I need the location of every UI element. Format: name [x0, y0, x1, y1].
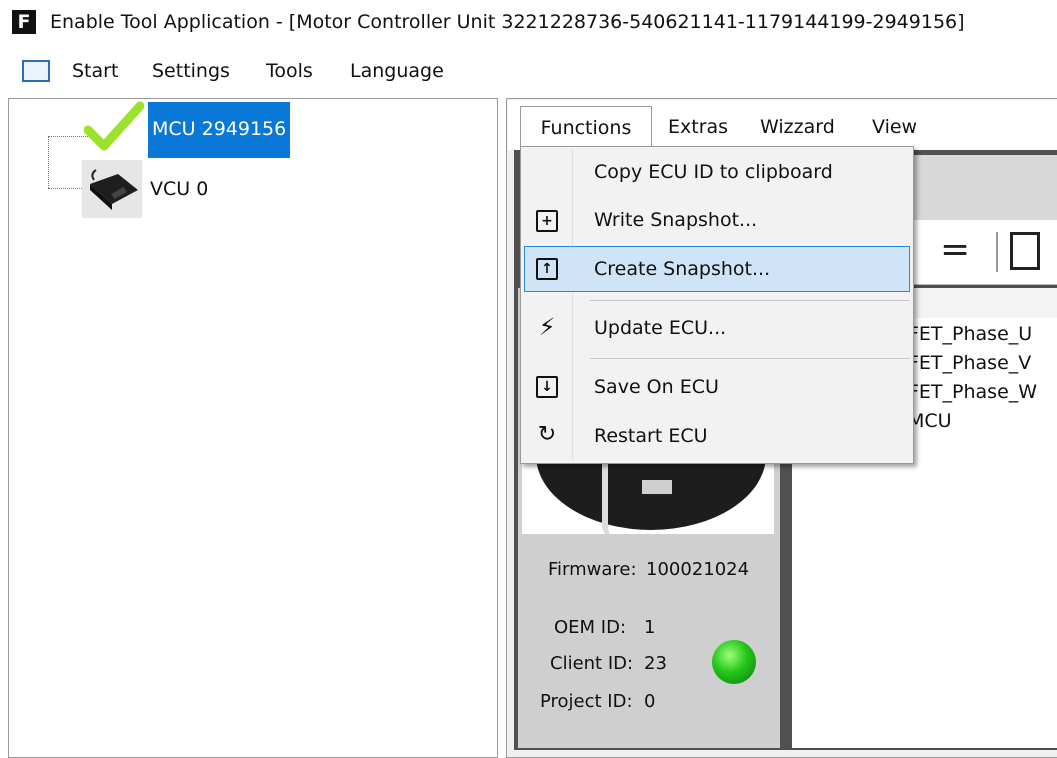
window-icon[interactable]: [22, 60, 50, 82]
app-logo-icon: F: [12, 10, 36, 34]
window-title: Enable Tool Application - [Motor Control…: [50, 11, 965, 33]
firmware-label: Firmware:: [548, 559, 637, 580]
firmware-value: 100021024: [646, 559, 750, 580]
tree-node-mcu[interactable]: MCU 2949156: [148, 102, 291, 158]
menu-separator: [590, 300, 910, 301]
document-icon[interactable]: [1010, 232, 1040, 270]
list-item[interactable]: FET_Phase_V: [908, 349, 1031, 377]
menu-start[interactable]: Start: [72, 52, 118, 90]
tree-node-vcu[interactable]: VCU 0: [150, 176, 208, 202]
tab-view[interactable]: View: [872, 106, 917, 148]
client-id-value: 23: [644, 653, 667, 674]
tab-extras[interactable]: Extras: [668, 106, 728, 148]
status-led-icon: [712, 640, 756, 684]
menu-language[interactable]: Language: [350, 52, 444, 90]
list-item[interactable]: FET_Phase_W: [908, 378, 1037, 406]
project-id-value: 0: [644, 691, 656, 712]
menu-tools[interactable]: Tools: [266, 52, 313, 90]
checkmark-icon: [83, 100, 145, 158]
tab-functions[interactable]: Functions: [520, 106, 652, 149]
menu-settings[interactable]: Settings: [152, 52, 230, 90]
menu-item-label: Save On ECU: [594, 376, 719, 398]
oem-id-value: 1: [644, 617, 656, 638]
project-id-label: Project ID:: [540, 691, 633, 712]
create-snapshot-icon: ↑: [536, 258, 558, 280]
tree-connector: [48, 136, 49, 188]
menu-item-restart-ecu[interactable]: [520, 412, 914, 460]
menu-separator: [590, 358, 910, 359]
toolbar-separator: [996, 232, 998, 272]
vcu-device-icon: [82, 160, 142, 218]
equals-icon[interactable]: =: [940, 228, 970, 272]
menu-item-label: Restart ECU: [594, 425, 708, 447]
tab-wizzard[interactable]: Wizzard: [760, 106, 835, 148]
lightning-icon: ⚡: [538, 313, 556, 341]
menu-item-label: Update ECU...: [594, 317, 727, 339]
save-on-ecu-icon: ↓: [536, 376, 558, 398]
list-item[interactable]: MCU: [908, 407, 952, 435]
client-id-label: Client ID:: [550, 653, 634, 674]
write-snapshot-icon: +: [536, 210, 558, 232]
list-item[interactable]: FET_Phase_U: [908, 320, 1032, 348]
oem-id-label: OEM ID:: [554, 617, 627, 638]
menu-item-label: Copy ECU ID to clipboard: [594, 161, 833, 183]
menu-item-label: Create Snapshot...: [594, 258, 771, 280]
tree-connector: [48, 136, 88, 137]
menu-item-label: Write Snapshot...: [594, 209, 758, 231]
restart-icon: ↻: [537, 422, 557, 447]
